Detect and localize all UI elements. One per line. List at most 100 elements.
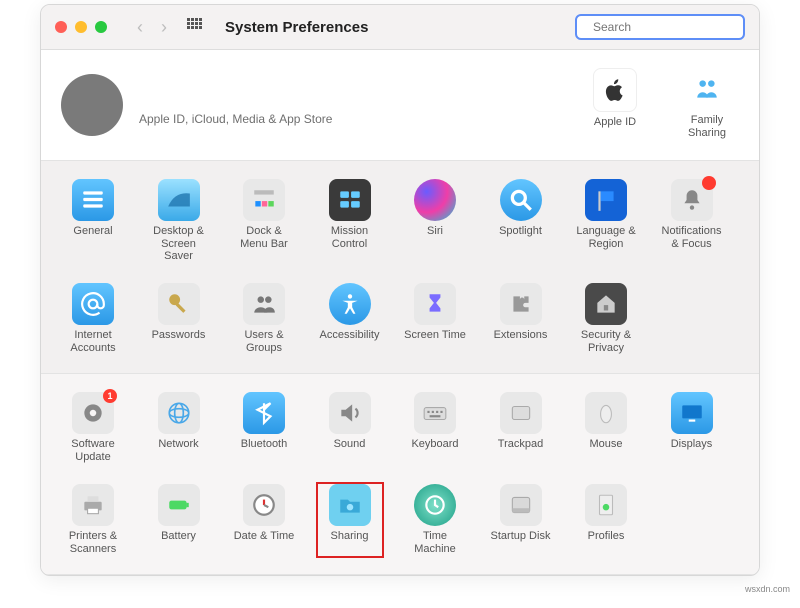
security-pref[interactable]: Security & Privacy (574, 283, 638, 355)
titlebar: ‹ › System Preferences (41, 5, 759, 50)
users-pref[interactable]: Users & Groups (232, 283, 296, 355)
nav-buttons: ‹ › (131, 15, 173, 40)
pref-label: Date & Time (232, 530, 296, 556)
account-section: Apple ID, iCloud, Media & App Store Appl… (41, 50, 759, 161)
pref-label: Users & Groups (232, 329, 296, 355)
pref-label: Sharing (318, 530, 382, 556)
search-field[interactable] (575, 14, 745, 40)
appleid-pref[interactable]: Apple ID (583, 68, 647, 142)
timemachine-pref[interactable]: Time Machine (403, 484, 467, 556)
clock-icon (251, 492, 277, 518)
house-lock-icon (593, 291, 619, 317)
minimize-button[interactable] (75, 21, 87, 33)
hourglass-icon (422, 291, 448, 317)
battery-pref[interactable]: Battery (147, 484, 211, 556)
preferences-window: ‹ › System Preferences Apple ID, iCloud,… (40, 4, 760, 576)
search-icon (508, 187, 534, 213)
family-icon (694, 76, 720, 102)
notifications-pref[interactable]: Notifications & Focus (660, 179, 724, 263)
screentime-pref[interactable]: Screen Time (403, 283, 467, 355)
apple-icon (602, 77, 628, 103)
prefs-section-1: General Desktop & Screen Saver Dock & Me… (41, 161, 759, 374)
trackpad-icon (508, 400, 534, 426)
globe-icon (166, 400, 192, 426)
prefs-section-2: 1 Software Update Network Bluetooth Sound… (41, 374, 759, 575)
pref-label: Mission Control (318, 225, 382, 251)
pref-label: Dock & Menu Bar (232, 225, 296, 251)
show-all-button[interactable] (187, 18, 205, 36)
clock-arrow-icon (422, 492, 448, 518)
zoom-button[interactable] (95, 21, 107, 33)
mission-icon (337, 187, 363, 213)
sound-pref[interactable]: Sound (318, 392, 382, 464)
at-icon (80, 291, 106, 317)
general-pref[interactable]: General (61, 179, 125, 263)
pref-label: Printers & Scanners (61, 530, 125, 556)
pref-label: Time Machine (403, 530, 467, 556)
accessibility-pref[interactable]: Accessibility (318, 283, 382, 355)
internet-pref[interactable]: Internet Accounts (61, 283, 125, 355)
puzzle-icon (508, 291, 534, 317)
startup-pref[interactable]: Startup Disk (489, 484, 553, 556)
trackpad-pref[interactable]: Trackpad (489, 392, 553, 464)
users-icon (251, 291, 277, 317)
pref-label: Screen Time (403, 329, 467, 355)
avatar[interactable] (61, 74, 123, 136)
pref-label: Accessibility (318, 329, 382, 355)
back-button[interactable]: ‹ (131, 15, 149, 40)
disk-icon (508, 492, 534, 518)
displays-pref[interactable]: Displays (660, 392, 724, 464)
bluetooth-pref[interactable]: Bluetooth (232, 392, 296, 464)
mouse-pref[interactable]: Mouse (574, 392, 638, 464)
display-icon (679, 400, 705, 426)
pref-label: Mouse (574, 438, 638, 464)
update-badge: 1 (103, 389, 117, 403)
datetime-pref[interactable]: Date & Time (232, 484, 296, 556)
language-pref[interactable]: Language & Region (574, 179, 638, 263)
pref-label: Software Update (61, 438, 125, 464)
mission-pref[interactable]: Mission Control (318, 179, 382, 263)
key-icon (166, 291, 192, 317)
close-button[interactable] (55, 21, 67, 33)
network-pref[interactable]: Network (147, 392, 211, 464)
pref-label: Siri (403, 225, 467, 251)
pref-label: Network (147, 438, 211, 464)
pref-label: Internet Accounts (61, 329, 125, 355)
pref-label: Bluetooth (232, 438, 296, 464)
bell-icon (679, 187, 705, 213)
dock-pref[interactable]: Dock & Menu Bar (232, 179, 296, 263)
family-sharing-pref[interactable]: Family Sharing (675, 68, 739, 142)
pref-label: Extensions (489, 329, 553, 355)
keyboard-pref[interactable]: Keyboard (403, 392, 467, 464)
pref-label: General (61, 225, 125, 251)
watermark: wsxdn.com (0, 584, 800, 600)
speaker-icon (337, 400, 363, 426)
mouse-icon (593, 400, 619, 426)
pref-label: Desktop & Screen Saver (147, 225, 211, 263)
gear-icon (80, 400, 106, 426)
spotlight-pref[interactable]: Spotlight (489, 179, 553, 263)
general-icon (80, 187, 106, 213)
window-title: System Preferences (225, 19, 368, 36)
sharing-pref[interactable]: Sharing (314, 480, 386, 560)
printers-pref[interactable]: Printers & Scanners (61, 484, 125, 556)
pref-label: Battery (147, 530, 211, 556)
desktop-icon (166, 187, 192, 213)
pref-label: Family Sharing (675, 114, 739, 140)
pref-label: Startup Disk (489, 530, 553, 556)
keyboard-icon (422, 400, 448, 426)
swupdate-pref[interactable]: 1 Software Update (61, 392, 125, 464)
search-input[interactable] (591, 19, 750, 35)
pref-label: Passwords (147, 329, 211, 355)
battery-icon (166, 492, 192, 518)
forward-button[interactable]: › (155, 15, 173, 40)
pref-label: Apple ID (583, 116, 647, 142)
pref-label: Spotlight (489, 225, 553, 251)
desktop-pref[interactable]: Desktop & Screen Saver (147, 179, 211, 263)
passwords-pref[interactable]: Passwords (147, 283, 211, 355)
pref-label: Trackpad (489, 438, 553, 464)
profiles-pref[interactable]: Profiles (574, 484, 638, 556)
siri-pref[interactable]: Siri (403, 179, 467, 263)
extensions-pref[interactable]: Extensions (489, 283, 553, 355)
bluetooth-icon (251, 400, 277, 426)
